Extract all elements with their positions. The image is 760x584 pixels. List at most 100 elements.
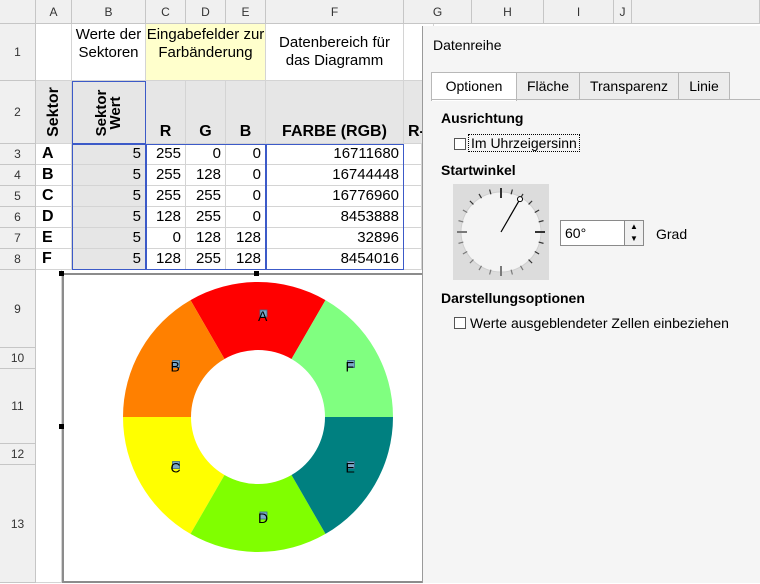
column-header-h[interactable]: H: [472, 0, 544, 24]
cell-g[interactable]: [404, 186, 422, 207]
tab-optionen[interactable]: Optionen: [431, 72, 517, 101]
cell-r[interactable]: 128: [146, 207, 186, 228]
angle-value[interactable]: 60°: [565, 225, 586, 241]
row-header-8[interactable]: 8: [0, 249, 36, 270]
row-header-7[interactable]: 7: [0, 228, 36, 249]
resize-handle[interactable]: [59, 424, 64, 429]
tab-linie[interactable]: Linie: [678, 72, 730, 99]
row-header-13[interactable]: 13: [0, 465, 36, 583]
spin-down-icon[interactable]: ▼: [624, 233, 643, 245]
cell-c2[interactable]: R: [146, 81, 186, 144]
resize-handle[interactable]: [254, 271, 259, 276]
cell-r[interactable]: 128: [146, 249, 186, 270]
row-header-12[interactable]: 12: [0, 444, 36, 465]
tab-flaeche[interactable]: Fläche: [516, 72, 580, 99]
cell-b[interactable]: 128: [226, 228, 266, 249]
cell-rgb[interactable]: 16776960: [266, 186, 404, 207]
angle-dial[interactable]: [453, 184, 549, 280]
row-header-3[interactable]: 3: [0, 144, 36, 165]
cell-b[interactable]: 128: [226, 249, 266, 270]
data-label-c: C: [171, 460, 181, 476]
donut-chart[interactable]: A B C D E F: [64, 275, 422, 581]
cell-cde1[interactable]: Eingabefelder zur Farbänderung: [146, 24, 266, 81]
angle-spinbox[interactable]: 60° ▲ ▼: [560, 220, 644, 246]
header-sektor-wert: Sektor Wert: [93, 89, 124, 136]
cell-e2[interactable]: B: [226, 81, 266, 144]
data-label-f: F: [345, 359, 354, 375]
cell-g[interactable]: 0: [186, 144, 226, 165]
cell-g[interactable]: [404, 228, 422, 249]
row-header-9[interactable]: 9: [0, 270, 36, 348]
row-header-10[interactable]: 10: [0, 348, 36, 369]
cell-rgb[interactable]: 16711680: [266, 144, 404, 165]
column-header-c[interactable]: C: [146, 0, 186, 24]
cell-rgb[interactable]: 16744448: [266, 165, 404, 186]
cell-rgb[interactable]: 8454016: [266, 249, 404, 270]
row-header-4[interactable]: 4: [0, 165, 36, 186]
cell-r[interactable]: 255: [146, 144, 186, 165]
column-header-a[interactable]: A: [36, 0, 72, 24]
cell-b1[interactable]: Werte der Sektoren: [72, 24, 146, 81]
hidden-cells-checkbox[interactable]: [454, 317, 466, 329]
dial-graphic[interactable]: [453, 184, 549, 280]
cell-b[interactable]: 0: [226, 207, 266, 228]
column-header-d[interactable]: D: [186, 0, 226, 24]
cell-sektor[interactable]: A: [36, 144, 72, 165]
column-header-b[interactable]: B: [72, 0, 146, 24]
cell-rgb[interactable]: 32896: [266, 228, 404, 249]
row-header-6[interactable]: 6: [0, 207, 36, 228]
cell-r[interactable]: 255: [146, 165, 186, 186]
cell-g[interactable]: 255: [186, 207, 226, 228]
cell-g[interactable]: 255: [186, 249, 226, 270]
column-header-e[interactable]: E: [226, 0, 266, 24]
tab-transparenz[interactable]: Transparenz: [579, 72, 679, 99]
row-header-5[interactable]: 5: [0, 186, 36, 207]
cell-g[interactable]: [404, 207, 422, 228]
data-label-e: E: [345, 460, 354, 476]
cell-sektor[interactable]: B: [36, 165, 72, 186]
chart-frame[interactable]: A B C D E F: [62, 273, 424, 583]
cell-b[interactable]: 0: [226, 186, 266, 207]
cell-r[interactable]: 255: [146, 186, 186, 207]
clockwise-checkbox[interactable]: [454, 138, 466, 150]
cell-d2[interactable]: G: [186, 81, 226, 144]
cell-wert[interactable]: 5: [72, 165, 146, 186]
cell-r[interactable]: 0: [146, 228, 186, 249]
cell-g[interactable]: [404, 165, 422, 186]
cell-b[interactable]: 0: [226, 165, 266, 186]
cell-b2[interactable]: Sektor Wert: [72, 81, 146, 144]
column-header-j[interactable]: J: [614, 0, 632, 24]
column-header-k[interactable]: [632, 0, 760, 24]
resize-handle[interactable]: [59, 271, 64, 276]
dial-knob[interactable]: [517, 196, 523, 203]
cell-g[interactable]: 128: [186, 228, 226, 249]
column-header-g[interactable]: G: [404, 0, 472, 24]
row-header-1[interactable]: 1: [0, 24, 36, 81]
cell-wert[interactable]: 5: [72, 144, 146, 165]
cell-f1[interactable]: Datenbereich für das Diagramm: [266, 24, 404, 81]
hidden-cells-label[interactable]: Werte ausgeblendeter Zellen einbeziehen: [470, 315, 729, 331]
cell-g[interactable]: [404, 249, 422, 270]
cell-sektor[interactable]: E: [36, 228, 72, 249]
column-header-i[interactable]: I: [544, 0, 614, 24]
cell-g[interactable]: 255: [186, 186, 226, 207]
cell-g[interactable]: [404, 144, 422, 165]
row-header-2[interactable]: 2: [0, 81, 36, 144]
select-all-corner[interactable]: [0, 0, 36, 24]
clockwise-label[interactable]: Im Uhrzeigersinn: [468, 134, 580, 152]
cell-sektor[interactable]: D: [36, 207, 72, 228]
cell-wert[interactable]: 5: [72, 186, 146, 207]
cell-a2[interactable]: Sektor: [36, 81, 72, 144]
cell-rgb[interactable]: 8453888: [266, 207, 404, 228]
cell-b[interactable]: 0: [226, 144, 266, 165]
cell-wert[interactable]: 5: [72, 228, 146, 249]
cell-sektor[interactable]: F: [36, 249, 72, 270]
cell-sektor[interactable]: C: [36, 186, 72, 207]
column-header-f[interactable]: F: [266, 0, 404, 24]
cell-a1[interactable]: [36, 24, 72, 81]
cell-wert[interactable]: 5: [72, 207, 146, 228]
cell-g[interactable]: 128: [186, 165, 226, 186]
cell-wert[interactable]: 5: [72, 249, 146, 270]
row-header-11[interactable]: 11: [0, 369, 36, 444]
cell-f2[interactable]: FARBE (RGB): [266, 81, 404, 144]
